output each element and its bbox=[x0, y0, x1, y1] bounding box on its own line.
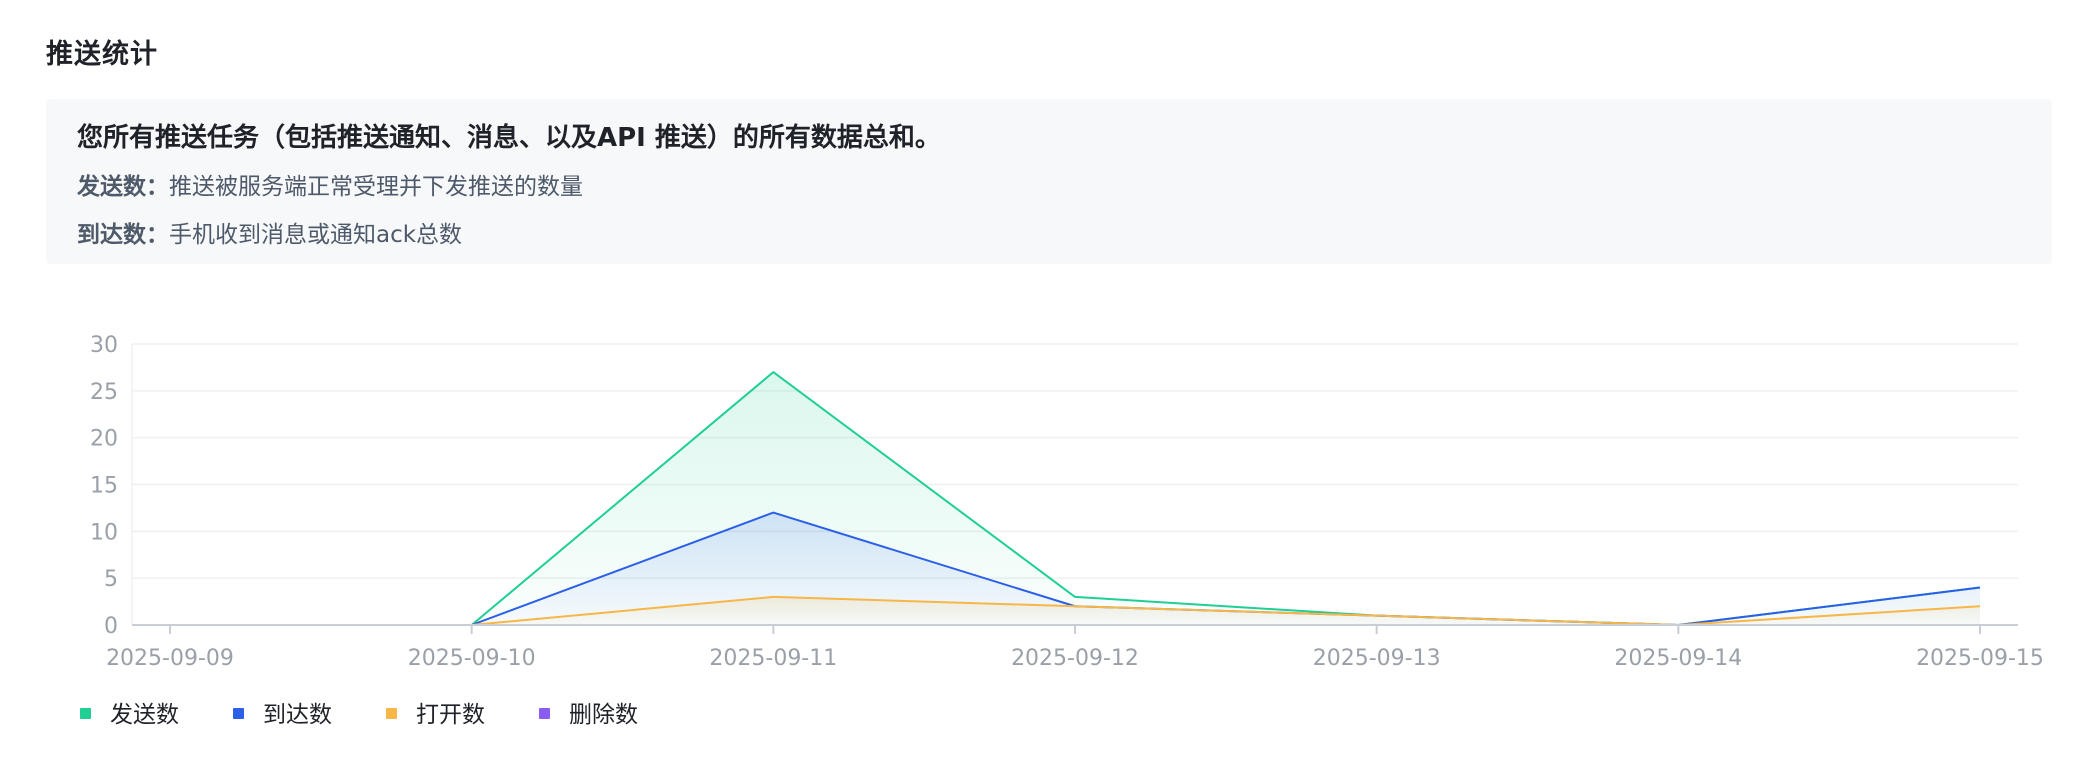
sent-definition-key: 发送数： bbox=[77, 174, 169, 200]
sent-definition-text: 推送被服务端正常受理并下发推送的数量 bbox=[169, 174, 583, 200]
legend-swatch bbox=[80, 708, 91, 719]
chart-legend[interactable]: 发送数 到达数 打开数 删除数 bbox=[80, 702, 638, 728]
legend-swatch bbox=[233, 708, 244, 719]
legend-swatch bbox=[386, 708, 397, 719]
info-panel: 您所有推送任务（包括推送通知、消息、以及API 推送）的所有数据总和。 发送数：… bbox=[46, 99, 2052, 264]
y-tick-label: 0 bbox=[104, 614, 118, 639]
legend-label: 打开数 bbox=[416, 702, 485, 728]
push-stats-line-chart: 0 5 10 15 20 25 30 2025-09-09 2025-09-10 2025-09-… bbox=[80, 333, 2044, 728]
legend-item[interactable]: 打开数 bbox=[386, 702, 485, 728]
x-tick-label: 2025-09-10 bbox=[408, 646, 536, 671]
legend-label: 删除数 bbox=[569, 702, 638, 728]
y-tick-label: 10 bbox=[90, 520, 118, 545]
page-title: 推送统计 bbox=[46, 39, 158, 70]
arrived-definition-text: 手机收到消息或通知ack总数 bbox=[169, 222, 463, 248]
arrived-definition: 到达数：手机收到消息或通知ack总数 bbox=[77, 215, 462, 249]
x-tick-label: 2025-09-13 bbox=[1313, 646, 1441, 671]
x-tick-label: 2025-09-15 bbox=[1916, 646, 2044, 671]
legend-item[interactable]: 删除数 bbox=[539, 702, 638, 728]
legend-swatch bbox=[539, 708, 550, 719]
y-tick-label: 20 bbox=[90, 427, 118, 452]
y-tick-label: 25 bbox=[90, 380, 118, 405]
y-tick-label: 30 bbox=[90, 333, 118, 358]
x-tick-label: 2025-09-09 bbox=[106, 646, 234, 671]
legend-item[interactable]: 发送数 bbox=[80, 702, 179, 728]
legend-label: 到达数 bbox=[263, 702, 332, 728]
legend-label: 发送数 bbox=[110, 702, 179, 728]
arrived-definition-key: 到达数： bbox=[77, 222, 169, 248]
x-tick-label: 2025-09-11 bbox=[709, 646, 837, 671]
legend-item[interactable]: 到达数 bbox=[233, 702, 332, 728]
chart-areas bbox=[170, 372, 1980, 625]
sent-definition: 发送数：推送被服务端正常受理并下发推送的数量 bbox=[77, 167, 583, 201]
info-headline: 您所有推送任务（包括推送通知、消息、以及API 推送）的所有数据总和。 bbox=[77, 123, 941, 153]
series-line bbox=[170, 371, 1981, 626]
x-tick-label: 2025-09-14 bbox=[1614, 646, 1742, 671]
series-area bbox=[170, 372, 1980, 625]
y-tick-label: 15 bbox=[90, 474, 118, 499]
chart-lines bbox=[170, 371, 1981, 626]
y-tick-label: 5 bbox=[104, 567, 118, 592]
chart-grid bbox=[132, 343, 2018, 579]
x-tick-label: 2025-09-12 bbox=[1011, 646, 1139, 671]
